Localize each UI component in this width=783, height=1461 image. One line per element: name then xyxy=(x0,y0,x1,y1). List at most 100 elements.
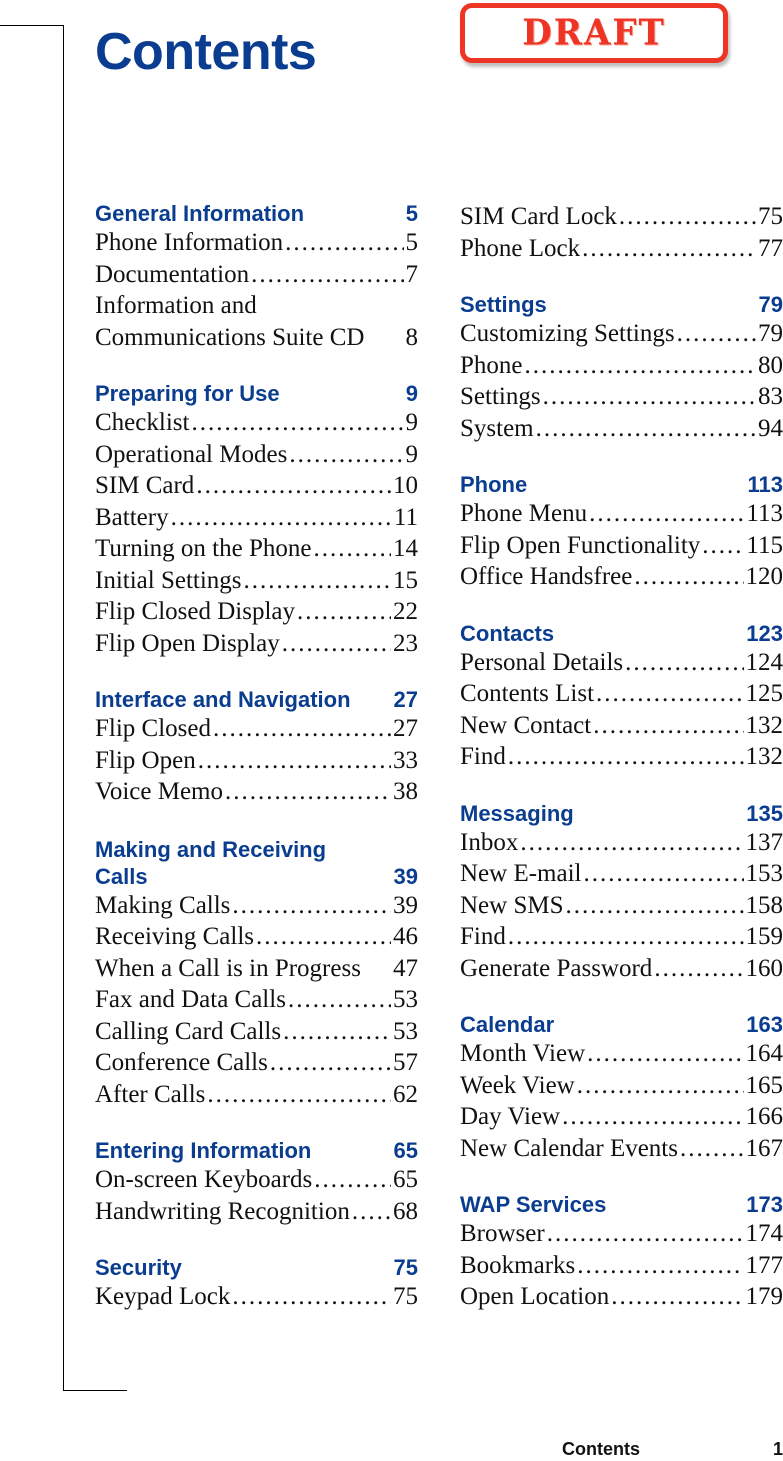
toc-entry[interactable]: Making Calls 39 xyxy=(95,890,418,922)
toc-entry[interactable]: Voice Memo 38 xyxy=(95,776,418,808)
toc-entry[interactable]: Settings 83 xyxy=(460,381,783,413)
toc-column-left: General Information 5 Phone Information 5 Do… xyxy=(95,201,418,1341)
toc-entry[interactable]: Flip Open Display 23 xyxy=(95,628,418,660)
toc-entry[interactable]: When a Call is in Progress 47 xyxy=(95,953,418,985)
section-title: Entering Information xyxy=(95,1138,312,1163)
toc-entry[interactable]: Initial Settings 15 xyxy=(95,565,418,597)
entry-label: Documentation xyxy=(95,260,250,288)
toc-entry[interactable]: Contents List 125 xyxy=(460,678,783,710)
entry-label: Flip Closed xyxy=(95,715,211,742)
dot-leader xyxy=(297,596,391,628)
toc-entry[interactable]: Bookmarks 177 xyxy=(460,1250,783,1282)
toc-entry[interactable]: Week View 165 xyxy=(460,1070,783,1102)
toc-entry[interactable]: Phone 80 xyxy=(460,350,783,382)
dot-leader xyxy=(313,533,391,565)
toc-entry[interactable]: Office Handsfree 120 xyxy=(460,561,783,593)
toc-section-header[interactable]: Phone 113 xyxy=(460,472,783,498)
toc-entry[interactable]: Fax and Data Calls 53 xyxy=(95,984,418,1016)
section-page-number: 163 xyxy=(746,1012,783,1037)
toc-entry[interactable]: Information and xyxy=(95,290,418,322)
toc-entry[interactable]: Operational Modes 9 xyxy=(95,439,418,471)
toc-entry[interactable]: Generate Password 160 xyxy=(460,953,783,985)
dot-leader xyxy=(593,710,743,742)
section-title: General Information xyxy=(95,201,305,226)
dot-leader xyxy=(289,439,403,471)
toc-section-header[interactable]: Making and Receiving Calls 39 xyxy=(95,836,418,890)
toc-section-header[interactable]: Entering Information 65 xyxy=(95,1138,418,1164)
entry-page-number: 68 xyxy=(393,1197,418,1225)
toc-entry[interactable]: Flip Open Functionality 115 xyxy=(460,530,783,562)
toc-entry[interactable]: SIM Card Lock 75 xyxy=(460,201,783,233)
toc-entry[interactable]: After Calls 62 xyxy=(95,1079,418,1111)
toc-section-header[interactable]: General Information 5 xyxy=(95,201,418,227)
section-title: Calendar xyxy=(460,1012,555,1037)
dot-leader xyxy=(198,745,391,777)
entry-label: Flip Closed Display xyxy=(95,598,296,625)
toc-entry[interactable]: Calling Card Calls 53 xyxy=(95,1016,418,1048)
entry-label: Operational Modes xyxy=(95,440,288,468)
toc-entry[interactable]: Customizing Settings 79 xyxy=(460,318,783,350)
toc-section-header[interactable]: Preparing for Use 9 xyxy=(95,381,418,407)
dot-leader xyxy=(680,1133,744,1165)
page-footer: Contents 1 xyxy=(0,1439,783,1461)
toc-entry[interactable]: Documentation 7 xyxy=(95,259,418,291)
toc-entry[interactable]: New SMS 158 xyxy=(460,890,783,922)
toc-section-header[interactable]: WAP Services 173 xyxy=(460,1192,783,1218)
section-title: Messaging xyxy=(460,800,574,826)
entry-label: Initial Settings xyxy=(95,566,242,594)
toc-entry[interactable]: Find 132 xyxy=(460,741,783,773)
toc-section-header[interactable]: Calendar 163 xyxy=(460,1012,783,1038)
toc-entry[interactable]: Flip Closed 27 xyxy=(95,713,418,745)
toc-entry[interactable]: SIM Card 10 xyxy=(95,470,418,502)
toc-entry[interactable]: Receiving Calls 46 xyxy=(95,921,418,953)
dot-leader xyxy=(270,1047,391,1079)
entry-label: Phone Information xyxy=(95,229,284,256)
toc-entry[interactable]: Keypad Lock 75 xyxy=(95,1281,418,1313)
dot-leader xyxy=(196,470,391,502)
toc-section-header[interactable]: Contacts 123 xyxy=(460,621,783,647)
toc-entry[interactable]: New E-mail 153 xyxy=(460,858,783,890)
entry-label: Flip Open Functionality xyxy=(460,531,701,559)
draft-stamp: DRAFT xyxy=(460,3,728,63)
toc-entry[interactable]: Battery 11 xyxy=(95,502,418,534)
toc-entry[interactable]: Find 159 xyxy=(460,921,783,953)
toc-entry[interactable]: New Calendar Events 167 xyxy=(460,1133,783,1165)
toc-entry[interactable]: Conference Calls 57 xyxy=(95,1047,418,1079)
toc-entry[interactable]: Open Location 179 xyxy=(460,1281,783,1313)
entry-label: Day View xyxy=(460,1103,561,1130)
toc-entry[interactable]: Month View 164 xyxy=(460,1038,783,1070)
toc-entry[interactable]: Flip Open 33 xyxy=(95,745,418,777)
toc-entry[interactable]: Turning on the Phone 14 xyxy=(95,533,418,565)
entry-page-number: 57 xyxy=(393,1049,418,1076)
toc-entry[interactable]: Personal Details 124 xyxy=(460,647,783,679)
toc-entry[interactable]: Phone Information 5 xyxy=(95,227,418,259)
toc-entry[interactable]: Communications Suite CD 8 xyxy=(95,322,418,354)
toc-section-header[interactable]: Settings 79 xyxy=(460,292,783,318)
toc-entry[interactable]: Day View 166 xyxy=(460,1101,783,1133)
toc-entry[interactable]: Browser 174 xyxy=(460,1218,783,1250)
toc-entry[interactable]: On-screen Keyboards 65 xyxy=(95,1164,418,1196)
section-page-number: 113 xyxy=(747,472,783,497)
toc-entry[interactable]: Checklist 9 xyxy=(95,407,418,439)
toc-entry[interactable]: Phone Lock 77 xyxy=(460,233,783,265)
entry-label: Turning on the Phone xyxy=(95,535,312,562)
toc-section-header[interactable]: Security 75 xyxy=(95,1255,418,1281)
section-page-number: 9 xyxy=(405,381,418,406)
dot-leader xyxy=(611,1281,743,1313)
toc-section-header[interactable]: Messaging 135 xyxy=(460,801,783,827)
dot-leader xyxy=(191,407,403,439)
dot-leader xyxy=(577,1250,743,1282)
entry-page-number: 113 xyxy=(746,500,783,527)
toc-entry[interactable]: Inbox 137 xyxy=(460,827,783,859)
entry-label: Information and xyxy=(95,292,257,319)
dot-leader xyxy=(654,953,743,985)
toc-section-header[interactable]: Interface and Navigation 27 xyxy=(95,687,418,713)
toc-entry[interactable]: System 94 xyxy=(460,413,783,445)
toc-entry[interactable]: New Contact 132 xyxy=(460,710,783,742)
dot-leader xyxy=(547,1218,744,1250)
toc-entry[interactable]: Handwriting Recognition 68 xyxy=(95,1196,418,1228)
entry-page-number: 15 xyxy=(393,566,418,594)
toc-entry[interactable]: Flip Closed Display 22 xyxy=(95,596,418,628)
toc-entry[interactable]: Phone Menu 113 xyxy=(460,498,783,530)
toc-section: Entering Information 65 On-screen Keyboard… xyxy=(95,1138,418,1227)
